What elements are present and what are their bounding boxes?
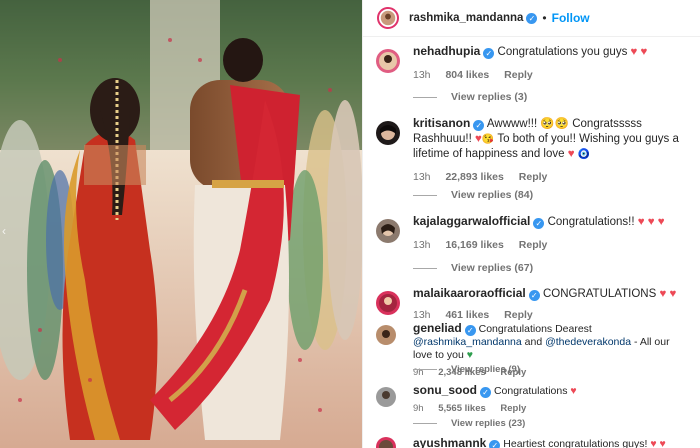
reply-button[interactable]: Reply [519, 239, 548, 251]
comment-text: nehadhupia ✓ Congratulations you guys ♥ ♥ [413, 44, 687, 60]
comment-username[interactable]: ayushmannk [413, 436, 486, 448]
verified-badge-icon: ✓ [528, 290, 540, 301]
follow-button[interactable]: Follow [552, 11, 590, 25]
comment-time: 13h [413, 239, 431, 251]
comment-text: sonu_sood ✓ Congratulations ♥ [413, 384, 687, 398]
comment-body-conjunction: and [524, 336, 543, 348]
comment-time: 13h [413, 171, 431, 183]
reply-button[interactable]: Reply [519, 171, 548, 183]
view-replies-label: View replies (9) [451, 364, 520, 375]
comment-likes[interactable]: 804 likes [445, 69, 489, 81]
comment-text: kritisanon ✓ Awwww!!! 🥺🥺 Congratsssss Ras… [413, 116, 687, 162]
view-replies-label: View replies (67) [451, 262, 534, 274]
carousel-prev-icon[interactable]: ‹ [2, 224, 12, 240]
comment-time: 9h [413, 403, 424, 414]
comment-username[interactable]: kajalaggarwalofficial [413, 214, 530, 228]
view-replies-button[interactable]: View replies (23) [413, 418, 525, 429]
comment-meta: 9h 5,565 likes Reply [413, 402, 687, 415]
heart-emoji-icon: ♥ ♥ [630, 46, 648, 58]
commenter-avatar[interactable] [375, 120, 401, 146]
comment-username[interactable]: kritisanon [413, 116, 470, 130]
heart-emoji-icon: ♥ ♥ [650, 438, 666, 448]
comment-item: kritisanon ✓ Awwww!!! 🥺🥺 Congratsssss Ras… [363, 116, 700, 186]
commenter-avatar[interactable] [375, 290, 401, 316]
view-replies-button[interactable]: View replies (67) [413, 262, 533, 274]
comment-item: sonu_sood ✓ Congratulations ♥ 9h 5,565 li… [363, 384, 700, 414]
comment-username[interactable]: geneliad [413, 321, 462, 335]
replies-divider [413, 423, 437, 424]
verified-badge-icon: ✓ [473, 120, 485, 131]
author-username[interactable]: rashmika_mandanna [409, 12, 523, 24]
comment-item: geneliad ✓ Congratulations Dearest @rashm… [363, 322, 700, 378]
heart-emoji-icon: ♥ [567, 148, 575, 160]
view-replies-button[interactable]: View replies (84) [413, 189, 533, 201]
comment-meta: 13h 804 likes Reply [413, 68, 687, 83]
comment-likes[interactable]: 5,565 likes [438, 403, 486, 414]
comment-username[interactable]: nehadhupia [413, 44, 480, 58]
heart-emoji-icon: ♥ [570, 385, 577, 397]
verified-badge-icon: ✓ [526, 12, 538, 24]
verified-badge-icon: ✓ [483, 48, 495, 59]
comment-item: nehadhupia ✓ Congratulations you guys ♥ ♥… [363, 44, 700, 114]
comment-text: geneliad ✓ Congratulations Dearest @rashm… [413, 322, 687, 362]
mention-link[interactable]: @thedeverakonda [545, 336, 631, 348]
view-replies-button[interactable]: View replies (9) [413, 364, 520, 375]
verified-badge-icon: ✓ [533, 218, 545, 229]
comment-likes[interactable]: 16,169 likes [445, 239, 503, 251]
comment-time: 13h [413, 309, 431, 321]
author-avatar[interactable] [377, 7, 399, 29]
wedding-photo-illustration [0, 0, 362, 448]
comment-item: malaikaaroraofficial ✓ CONGRATULATIONS ♥ … [363, 286, 700, 322]
separator-dot: • [542, 11, 547, 25]
comments-panel: rashmika_mandanna ✓ • Follow nehadhupia ✓… [362, 0, 700, 448]
kiss-emoji-icon: 😘 [481, 134, 495, 145]
comment-text: malaikaaroraofficial ✓ CONGRATULATIONS ♥ … [413, 286, 687, 302]
commenter-avatar[interactable] [375, 218, 401, 244]
comment-body: Congratulations Dearest [478, 323, 592, 335]
comment-body: Heartiest congratulations guys! [503, 438, 648, 448]
comment-text: kajalaggarwalofficial ✓ Congratulations!!… [413, 214, 687, 230]
reply-button[interactable]: Reply [500, 403, 526, 414]
commenter-avatar[interactable] [375, 436, 397, 448]
comment-time: 13h [413, 69, 431, 81]
comment-meta: 13h 16,169 likes Reply [413, 238, 687, 253]
view-replies-label: View replies (84) [451, 189, 534, 201]
commenter-avatar[interactable] [375, 386, 397, 408]
comment-item: kajalaggarwalofficial ✓ Congratulations!!… [363, 214, 700, 264]
replies-divider [413, 96, 437, 98]
verified-badge-icon: ✓ [480, 387, 492, 398]
reply-button[interactable]: Reply [504, 69, 533, 81]
comment-body: Congratulations!! [547, 216, 635, 228]
post-photo: ‹ [0, 0, 362, 448]
comment-meta: 13h 22,893 likes Reply [413, 170, 687, 185]
verified-badge-icon: ✓ [464, 325, 476, 336]
replies-divider [413, 267, 437, 269]
mention-link[interactable]: @rashmika_mandanna [413, 336, 522, 348]
comment-username[interactable]: sonu_sood [413, 383, 477, 397]
comment-username[interactable]: malaikaaroraofficial [413, 286, 526, 300]
comment-text: ayushmannk ✓ Heartiest congratulations gu… [413, 437, 687, 448]
view-replies-button[interactable]: View replies (3) [413, 91, 527, 103]
comment-likes[interactable]: 22,893 likes [445, 171, 503, 183]
reply-button[interactable]: Reply [504, 309, 533, 321]
view-replies-label: View replies (3) [451, 91, 528, 103]
commenter-avatar[interactable] [375, 324, 397, 346]
comment-body: Congratulations you guys [497, 46, 628, 58]
heart-emoji-icon: ♥ ♥ [659, 288, 677, 300]
verified-badge-icon: ✓ [489, 440, 501, 448]
comment-likes[interactable]: 461 likes [445, 309, 489, 321]
comment-body: CONGRATULATIONS [542, 288, 657, 300]
post-header: rashmika_mandanna ✓ • Follow [363, 0, 700, 37]
comment-item: ayushmannk ✓ Heartiest congratulations gu… [363, 434, 700, 448]
nazar-emoji-icon: 🧿 [577, 149, 591, 160]
heart-emoji-icon: ♥ ♥ ♥ [637, 216, 665, 228]
view-replies-label: View replies (23) [451, 418, 526, 429]
heart-emoji-icon: ♥ [475, 133, 482, 145]
replies-divider [413, 194, 437, 196]
green-heart-emoji-icon: ♥ [466, 349, 473, 361]
replies-divider [413, 369, 437, 370]
comment-body: Congratulations [493, 385, 568, 397]
commenter-avatar[interactable] [375, 48, 401, 74]
